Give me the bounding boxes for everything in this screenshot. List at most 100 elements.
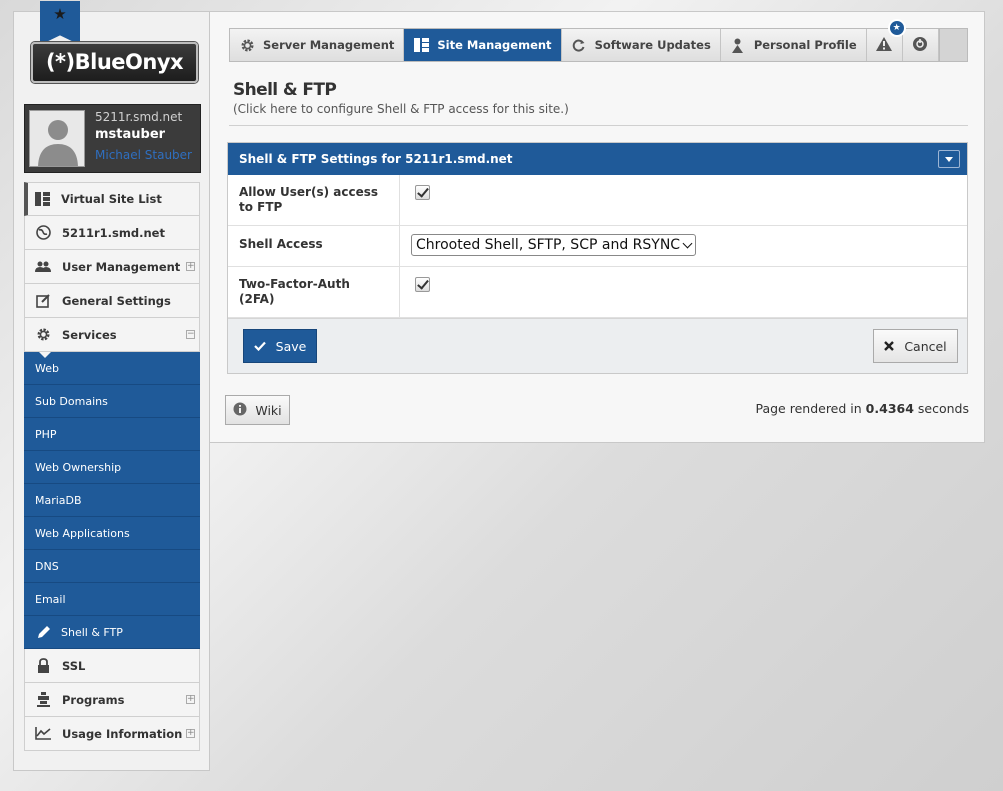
sidebar-item-ssl[interactable]: SSL bbox=[24, 649, 200, 683]
sidebar-sub-label: Web Ownership bbox=[35, 460, 122, 474]
ribbon-badge: ★ bbox=[40, 1, 80, 45]
warning-icon bbox=[876, 36, 893, 54]
star-icon: ★ bbox=[53, 5, 67, 23]
person-icon bbox=[730, 37, 746, 53]
edit-icon bbox=[35, 293, 51, 309]
tab-alerts[interactable]: ★ bbox=[867, 19, 906, 61]
chart-icon bbox=[35, 726, 51, 742]
avatar bbox=[29, 110, 85, 167]
sidebar-sub-label: Sub Domains bbox=[35, 394, 108, 408]
refresh-icon bbox=[571, 37, 587, 53]
sidebar-sub-label: MariaDB bbox=[35, 493, 82, 507]
programs-icon bbox=[35, 692, 51, 708]
sidebar-item-label: Programs bbox=[62, 692, 125, 707]
page-title: Shell & FTP bbox=[233, 80, 337, 100]
sidebar-sub-label: Web Applications bbox=[35, 526, 130, 540]
sidebar-item-label: Virtual Site List bbox=[61, 192, 162, 206]
render-value: 0.4364 bbox=[865, 401, 914, 416]
tab-label: Site Management bbox=[437, 38, 552, 52]
divider bbox=[229, 125, 968, 126]
sidebar-item-services[interactable]: Services − bbox=[24, 318, 200, 358]
field-value: Chrooted Shell, SFTP, SCP and RSYNC bbox=[400, 226, 967, 266]
sidebar-item-label: User Management bbox=[62, 259, 181, 274]
sidebar-sub-label: Web bbox=[35, 361, 59, 375]
user-name: mstauber bbox=[95, 127, 166, 142]
close-icon bbox=[884, 339, 895, 354]
sidebar-item-user-management[interactable]: User Management + bbox=[24, 250, 200, 284]
logo[interactable]: (*)BlueOnyx bbox=[31, 42, 198, 83]
sidebar: ★ (*)BlueOnyx 5211r.smd.net mstauber Mic… bbox=[13, 1, 210, 771]
tab-logout[interactable] bbox=[903, 29, 939, 61]
sidebar-sub-label: Email bbox=[35, 592, 66, 606]
sidebar-item-virtual-site-list[interactable]: Virtual Site List bbox=[24, 182, 200, 216]
tab-software-updates[interactable]: Software Updates bbox=[562, 29, 721, 61]
users-icon bbox=[35, 259, 51, 275]
sidebar-item-programs[interactable]: Programs + bbox=[24, 683, 200, 717]
panel-footer: Save Cancel bbox=[228, 318, 967, 373]
sidebar-sub-shell-ftp[interactable]: Shell & FTP bbox=[24, 616, 200, 649]
tab-spacer bbox=[938, 29, 967, 61]
render-suffix: seconds bbox=[917, 401, 969, 416]
sidebar-sub-label: Shell & FTP bbox=[61, 625, 123, 639]
select-value: Chrooted Shell, SFTP, SCP and RSYNC bbox=[416, 237, 681, 253]
panel-header: Shell & FTP Settings for 5211r1.smd.net bbox=[228, 143, 967, 175]
help-icon bbox=[233, 402, 247, 419]
wiki-button[interactable]: Wiki bbox=[225, 395, 290, 425]
tab-label: Software Updates bbox=[594, 38, 711, 52]
globe-icon bbox=[35, 225, 51, 241]
settings-panel: Shell & FTP Settings for 5211r1.smd.net … bbox=[227, 142, 968, 374]
ftp-access-checkbox[interactable] bbox=[415, 185, 430, 200]
sidebar-sub-mariadb[interactable]: MariaDB bbox=[24, 484, 200, 517]
main-panel: Server Management Site Management Softwa… bbox=[209, 11, 985, 443]
sidebar-sub-label: PHP bbox=[35, 427, 57, 441]
sidebar-sub-php[interactable]: PHP bbox=[24, 418, 200, 451]
sidebar-item-label: Usage Information bbox=[62, 726, 183, 741]
power-icon bbox=[912, 36, 928, 55]
sidebar-item-usage-information[interactable]: Usage Information + bbox=[24, 717, 200, 751]
tab-site-management[interactable]: Site Management bbox=[404, 29, 562, 61]
shell-access-select[interactable]: Chrooted Shell, SFTP, SCP and RSYNC bbox=[411, 234, 697, 256]
chevron-down-icon bbox=[682, 238, 693, 248]
sidebar-item-label: General Settings bbox=[62, 293, 171, 308]
sidebar-item-label: 5211r1.smd.net bbox=[62, 225, 165, 240]
sidebar-sub-sub-domains[interactable]: Sub Domains bbox=[24, 385, 200, 418]
sidebar-sub-label: DNS bbox=[35, 559, 59, 573]
render-time: Page rendered in 0.4364 seconds bbox=[755, 401, 969, 416]
field-label: Two-Factor-Auth (2FA) bbox=[228, 267, 400, 317]
sidebar-sub-dns[interactable]: DNS bbox=[24, 550, 200, 583]
cancel-button[interactable]: Cancel bbox=[873, 329, 958, 363]
user-box: 5211r.smd.net mstauber Michael Stauber bbox=[24, 104, 201, 173]
sidebar-item-site[interactable]: 5211r1.smd.net bbox=[24, 216, 200, 250]
sidebar-item-label: Services bbox=[62, 327, 117, 342]
wiki-label: Wiki bbox=[255, 402, 282, 418]
tab-personal-profile[interactable]: Personal Profile bbox=[721, 29, 867, 61]
render-prefix: Page rendered in bbox=[755, 401, 862, 416]
two-factor-checkbox[interactable] bbox=[415, 277, 430, 292]
panel-title: Shell & FTP Settings for 5211r1.smd.net bbox=[239, 152, 513, 166]
sidebar-item-general-settings[interactable]: General Settings bbox=[24, 284, 200, 318]
sidebar-item-label: SSL bbox=[62, 658, 86, 673]
collapse-panel-button[interactable] bbox=[938, 150, 960, 168]
form-row-2fa: Two-Factor-Auth (2FA) bbox=[228, 267, 967, 318]
expand-icon[interactable]: + bbox=[186, 729, 195, 738]
site-list-icon bbox=[34, 191, 50, 207]
collapse-icon[interactable]: − bbox=[186, 330, 195, 339]
sidebar-sub-web-applications[interactable]: Web Applications bbox=[24, 517, 200, 550]
sidebar-sub-web-ownership[interactable]: Web Ownership bbox=[24, 451, 200, 484]
sidebar-nav: Virtual Site List 5211r1.smd.net User Ma… bbox=[24, 182, 200, 751]
field-label: Shell Access bbox=[228, 226, 400, 266]
tab-server-management[interactable]: Server Management bbox=[230, 29, 405, 61]
gear-icon bbox=[239, 37, 255, 53]
form-row-ftp: Allow User(s) access to FTP bbox=[228, 175, 967, 226]
form-row-shell: Shell Access Chrooted Shell, SFTP, SCP a… bbox=[228, 226, 967, 267]
field-value bbox=[400, 175, 967, 225]
page-subtitle-link[interactable]: (Click here to configure Shell & FTP acc… bbox=[233, 102, 569, 116]
field-value bbox=[400, 267, 967, 317]
expand-icon[interactable]: + bbox=[186, 262, 195, 271]
save-button[interactable]: Save bbox=[243, 329, 317, 363]
user-fullname-link[interactable]: Michael Stauber bbox=[95, 148, 192, 162]
sidebar-sub-email[interactable]: Email bbox=[24, 583, 200, 616]
field-label: Allow User(s) access to FTP bbox=[228, 175, 400, 225]
tab-label: Personal Profile bbox=[753, 38, 857, 52]
expand-icon[interactable]: + bbox=[186, 695, 195, 704]
